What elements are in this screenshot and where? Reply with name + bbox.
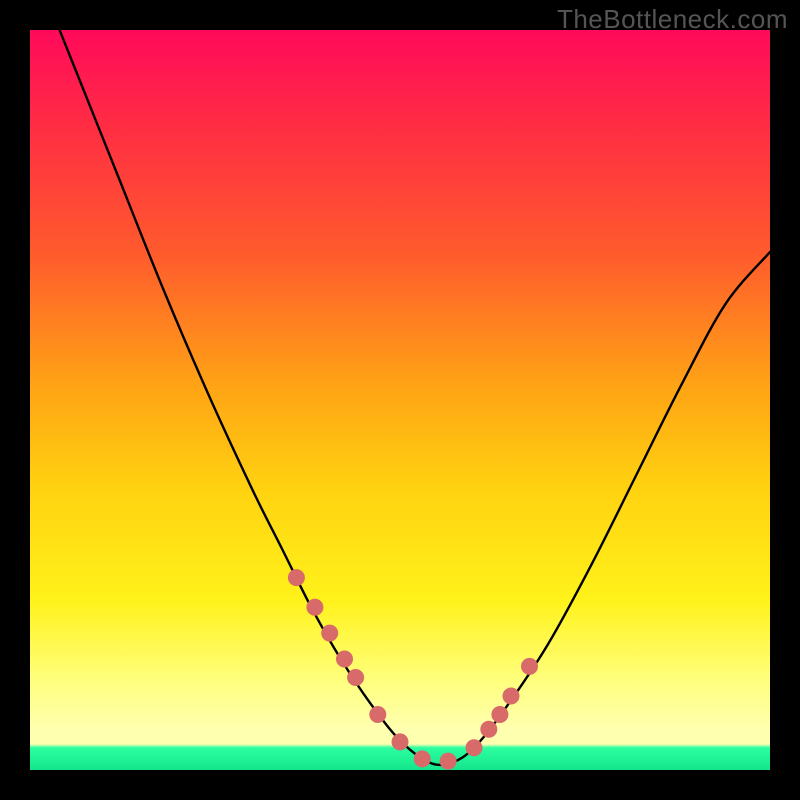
marker-point <box>414 751 430 767</box>
marker-point <box>466 740 482 756</box>
chart-wrapper: TheBottleneck.com <box>0 0 800 800</box>
marker-point <box>370 707 386 723</box>
marker-point <box>322 625 338 641</box>
marker-point <box>522 658 538 674</box>
plot-area <box>30 30 770 770</box>
marker-point <box>348 670 364 686</box>
marker-point <box>337 651 353 667</box>
watermark-text: TheBottleneck.com <box>557 4 788 35</box>
marker-point <box>492 707 508 723</box>
marker-point <box>440 753 456 769</box>
marker-point <box>307 599 323 615</box>
marker-point <box>392 734 408 750</box>
marker-point <box>503 688 519 704</box>
highlighted-points <box>288 570 537 770</box>
bottleneck-curve <box>30 0 770 765</box>
bottleneck-curve-svg <box>30 30 770 770</box>
marker-point <box>288 570 304 586</box>
marker-point <box>481 721 497 737</box>
